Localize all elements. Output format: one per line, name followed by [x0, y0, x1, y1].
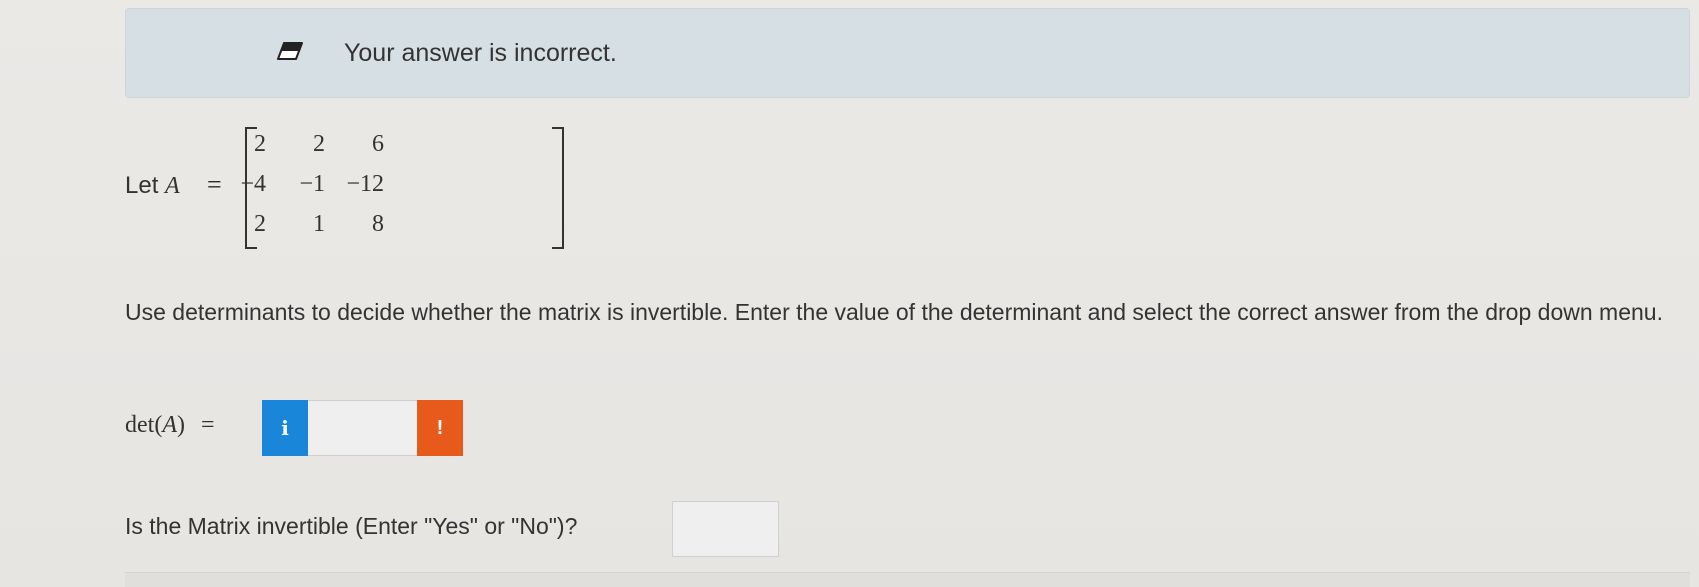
matrix-definition: Let A = 2 2 6 −4 −1 −12 2 1 8: [125, 125, 725, 255]
page: Your answer is incorrect. Let A = 2 2 6 …: [0, 0, 1699, 587]
determinant-label: det(A) =: [125, 412, 215, 439]
determinant-row: det(A) = i !: [125, 398, 725, 458]
matrix-cell: −12: [346, 171, 384, 197]
invertible-input[interactable]: [672, 501, 779, 557]
det-var: A: [162, 412, 177, 438]
matrix-cell: 6: [372, 131, 384, 157]
matrix-cell: 8: [372, 211, 384, 237]
det-equals: =: [200, 412, 215, 438]
let-prefix: Let: [125, 172, 159, 199]
feedback-banner: Your answer is incorrect.: [125, 8, 1690, 98]
matrix-variable: A: [165, 173, 180, 199]
instructions-text: Use determinants to decide whether the m…: [125, 299, 1663, 325]
eraser-icon: [277, 42, 303, 60]
bottom-panel: [125, 572, 1690, 587]
det-close: ): [176, 412, 185, 438]
invertible-row: Is the Matrix invertible (Enter "Yes" or…: [125, 500, 925, 560]
feedback-message: Your answer is incorrect.: [344, 39, 617, 67]
matrix-right-bracket: [552, 127, 564, 249]
warning-icon[interactable]: !: [417, 400, 463, 456]
let-label: Let A: [125, 172, 180, 200]
invertible-question: Is the Matrix invertible (Enter "Yes" or…: [125, 513, 578, 539]
det-fn: det(: [125, 412, 163, 438]
info-icon[interactable]: i: [262, 400, 308, 456]
